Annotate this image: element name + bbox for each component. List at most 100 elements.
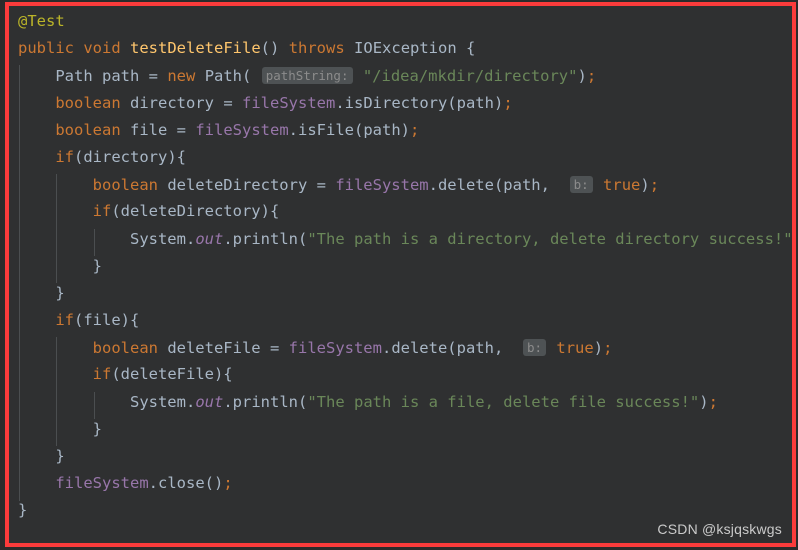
code-token: fileSystem xyxy=(195,120,289,139)
code-lines[interactable]: @Test public void testDeleteFile() throws… xyxy=(9,8,792,525)
code-editor-surface[interactable]: @Test public void testDeleteFile() throws… xyxy=(9,6,792,543)
code-token: (deleteDirectory){ xyxy=(111,202,280,221)
code-token: .close() xyxy=(148,474,224,493)
code-line[interactable]: if(directory){ xyxy=(18,144,792,171)
code-token: ) xyxy=(640,176,650,195)
code-token: { xyxy=(456,39,476,58)
code-token: "/idea/mkdir/directory" xyxy=(362,67,578,86)
code-token: ; xyxy=(503,93,513,112)
code-line[interactable]: @Test xyxy=(18,8,792,35)
code-line[interactable]: if(file){ xyxy=(18,307,792,334)
code-token: = xyxy=(148,67,158,86)
code-token: } xyxy=(92,256,102,275)
code-line[interactable]: System.out.println("The path is a direct… xyxy=(18,226,792,253)
code-token: "The path is a file, delete file success… xyxy=(307,392,700,411)
code-token: directory xyxy=(120,93,224,112)
code-line[interactable]: fileSystem.close(); xyxy=(18,470,792,497)
code-line[interactable]: } xyxy=(18,280,792,307)
code-line[interactable]: if(deleteFile){ xyxy=(18,361,792,388)
code-token: throws xyxy=(288,39,345,58)
code-token: (directory){ xyxy=(74,147,186,166)
code-line[interactable]: } xyxy=(18,443,792,470)
code-line[interactable]: } xyxy=(18,253,792,280)
code-token: @Test xyxy=(18,12,65,30)
code-line[interactable]: System.out.println("The path is a file, … xyxy=(18,389,792,416)
code-token: ; xyxy=(708,392,718,411)
code-token: deleteDirectory xyxy=(157,176,317,195)
code-line[interactable]: boolean deleteFile = fileSystem.delete(p… xyxy=(18,334,792,361)
code-token: fileSystem xyxy=(242,93,336,112)
code-line[interactable]: boolean deleteDirectory = fileSystem.del… xyxy=(18,171,792,198)
parameter-hint-badge: pathString: xyxy=(261,67,353,85)
code-line[interactable]: Path path = new Path( pathString: "/idea… xyxy=(18,62,792,89)
code-line[interactable]: boolean directory = fileSystem.isDirecto… xyxy=(18,90,792,117)
code-line[interactable]: if(deleteDirectory){ xyxy=(18,198,792,225)
code-token: .delete(path, xyxy=(381,339,504,358)
code-line[interactable]: public void testDeleteFile() throws IOEx… xyxy=(18,35,792,62)
code-token: path xyxy=(92,67,149,86)
code-token: ) xyxy=(577,67,587,86)
code-token: .println( xyxy=(223,392,308,411)
code-token: ) xyxy=(793,230,796,248)
code-token: if xyxy=(92,365,112,384)
code-token: System xyxy=(129,392,186,411)
code-token: boolean xyxy=(55,120,121,139)
code-token: = xyxy=(316,176,326,195)
code-token: ( xyxy=(242,67,252,86)
code-token: if xyxy=(92,202,112,221)
code-token: = xyxy=(269,339,280,358)
code-token: (deleteFile){ xyxy=(111,365,233,384)
code-token: Path xyxy=(204,67,243,86)
code-token: System xyxy=(129,229,186,248)
code-token: . xyxy=(185,229,196,248)
code-token: () xyxy=(260,39,280,58)
code-token: new xyxy=(167,67,196,86)
code-line[interactable]: boolean file = fileSystem.isFile(path); xyxy=(18,117,792,144)
code-token: } xyxy=(92,419,102,438)
code-token: public xyxy=(18,39,74,58)
screenshot-root: @Test public void testDeleteFile() throws… xyxy=(0,0,798,550)
code-token: ) xyxy=(699,392,709,411)
code-token: out xyxy=(195,229,224,248)
code-token: true xyxy=(556,339,594,358)
code-token: Path xyxy=(55,67,93,86)
code-token: deleteFile xyxy=(157,339,270,358)
code-token: file xyxy=(120,120,177,139)
code-token: . xyxy=(185,392,196,411)
code-token: boolean xyxy=(92,176,158,195)
code-token: fileSystem xyxy=(335,176,429,195)
code-token: true xyxy=(603,176,641,195)
code-line[interactable]: } xyxy=(18,416,792,443)
code-token: ) xyxy=(593,339,604,358)
code-token: } xyxy=(55,283,65,302)
code-token: } xyxy=(55,447,65,465)
code-token: ; xyxy=(410,120,420,139)
